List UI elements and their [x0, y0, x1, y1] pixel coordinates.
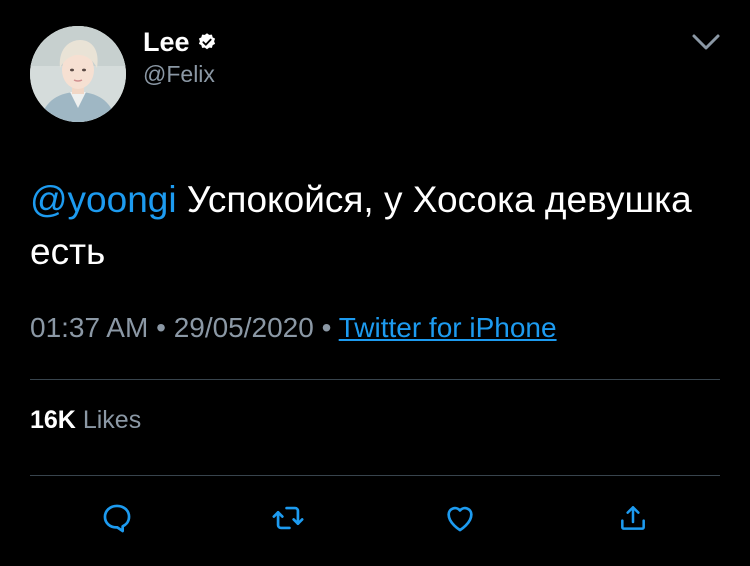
divider	[30, 475, 720, 476]
meta-separator: •	[148, 312, 174, 343]
reply-button[interactable]	[97, 498, 137, 538]
reply-icon	[103, 504, 131, 533]
tweet-time: 01:37 AM	[30, 312, 149, 343]
likes-label: Likes	[82, 406, 142, 434]
retweet-icon	[272, 506, 304, 530]
tweet-date: 29/05/2020	[173, 312, 314, 343]
meta-separator: •	[313, 312, 339, 343]
chevron-down-icon	[692, 34, 720, 50]
retweet-button[interactable]	[268, 498, 308, 538]
avatar[interactable]	[30, 26, 126, 122]
author-handle[interactable]: @Felix	[143, 60, 215, 88]
verified-badge-icon	[198, 33, 215, 50]
like-button[interactable]	[440, 498, 480, 538]
mention-link[interactable]: @yoongi	[30, 179, 177, 220]
author-name-row[interactable]: Lee	[143, 26, 217, 58]
likes-count: 16K	[30, 406, 76, 434]
tweet-meta: 01:37 AM • 29/05/2020 • Twitter for iPho…	[30, 308, 557, 348]
tweet-text: @yoongi Успокойся, у Хосока девушка есть	[30, 174, 730, 278]
share-button[interactable]	[613, 498, 653, 538]
share-icon	[621, 506, 645, 530]
source-link[interactable]: Twitter for iPhone	[339, 312, 557, 343]
avatar-image	[30, 26, 126, 122]
likes-stat[interactable]: 16K Likes	[30, 404, 141, 436]
like-icon	[447, 506, 473, 532]
more-options-button[interactable]	[690, 28, 722, 56]
author-display-name[interactable]: Lee	[143, 26, 190, 58]
divider	[30, 379, 720, 380]
